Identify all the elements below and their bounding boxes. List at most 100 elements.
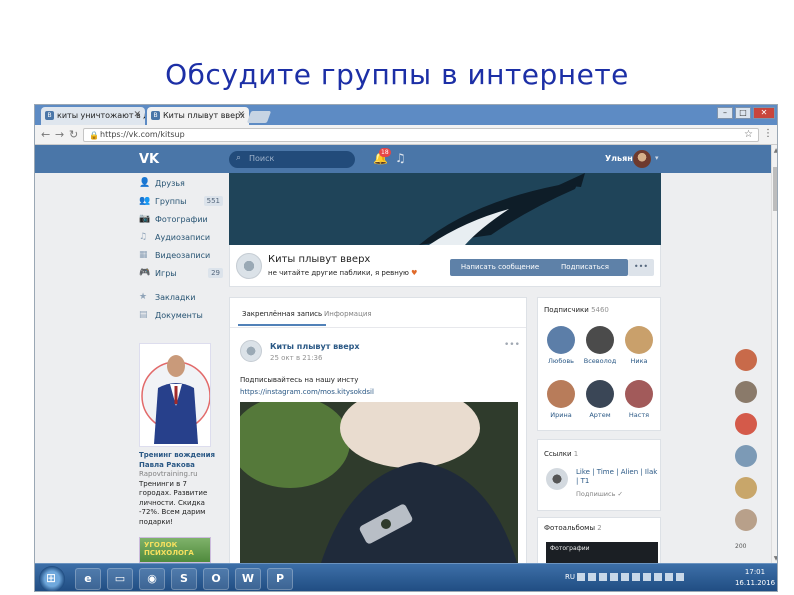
friend-avatar[interactable] <box>735 509 757 531</box>
post-menu-icon[interactable]: ••• <box>504 340 520 350</box>
tray-app-icon[interactable] <box>621 573 630 581</box>
friend-avatar[interactable] <box>735 413 757 435</box>
tray-app-icon[interactable] <box>643 573 652 581</box>
sidebar-item-audio[interactable]: ♫ Аудиозаписи <box>139 229 223 247</box>
chevron-down-icon[interactable]: ▾ <box>655 154 659 162</box>
ie-icon[interactable]: e <box>75 568 101 590</box>
sidebar-item-label: Закладки <box>155 293 196 302</box>
system-tray: RU <box>565 573 687 581</box>
minimize-icon[interactable]: – <box>717 107 733 119</box>
slide-title: Обсудите группы в интернете <box>165 58 629 91</box>
sidebar-item-friends[interactable]: 👤 Друзья <box>139 175 223 193</box>
language-indicator[interactable]: RU <box>565 573 575 581</box>
tray-app-icon[interactable] <box>577 573 586 581</box>
albums-title[interactable]: Фотоальбомы 2 <box>544 524 602 532</box>
close-tab-icon[interactable]: ✕ <box>133 110 141 120</box>
tray-app-icon[interactable] <box>676 573 685 581</box>
browser-tab-1[interactable]: B киты уничтожают в дуэте ✕ <box>41 107 145 125</box>
post-author[interactable]: Киты плывут вверх <box>270 342 360 351</box>
subscribers-title[interactable]: Подписчики 5460 <box>544 306 609 314</box>
link-avatar[interactable] <box>546 468 568 490</box>
sidebar-item-video[interactable]: ▦ Видеозаписи <box>139 247 223 265</box>
ad-title[interactable]: Тренинг вождения Павла Ракова <box>139 451 219 470</box>
scroll-down-icon[interactable]: ▼ <box>772 555 777 562</box>
folder-icon[interactable]: ▭ <box>107 568 133 590</box>
group-avatar[interactable] <box>236 253 262 279</box>
scrollbar-thumb[interactable] <box>773 167 777 211</box>
tray-app-icon[interactable] <box>599 573 608 581</box>
lock-icon: 🔒 <box>89 131 99 140</box>
forward-icon[interactable]: → <box>55 128 64 141</box>
tray-app-icon[interactable] <box>654 573 663 581</box>
sidebar-item-groups[interactable]: 👥 Группы 551 <box>139 193 223 211</box>
link-name[interactable]: Like | Time | Alien | Ilak | Т1 <box>576 468 658 486</box>
sidebar-item-photos[interactable]: 📷 Фотографии <box>139 211 223 229</box>
bookmarks-icon: ★ <box>139 292 148 302</box>
close-tab-icon[interactable]: ✕ <box>237 110 245 120</box>
close-window-icon[interactable]: ✕ <box>753 107 775 119</box>
post-date[interactable]: 25 окт в 21:36 <box>270 354 322 362</box>
subscriber-item[interactable]: Ирина <box>544 380 578 419</box>
tray-app-icon[interactable] <box>610 573 619 581</box>
url-input[interactable]: 🔒 https://vk.com/kitsup ☆ <box>83 128 759 142</box>
friend-avatar[interactable] <box>735 349 757 371</box>
user-avatar[interactable] <box>633 150 651 168</box>
new-tab-button[interactable] <box>246 111 272 123</box>
post-link[interactable]: https://instagram.com/mos.kitysokdsil <box>240 388 374 396</box>
search-input[interactable]: ⌕ Поиск <box>229 151 355 168</box>
sidebar-item-documents[interactable]: ▤ Документы <box>139 307 223 325</box>
back-icon[interactable]: ← <box>41 128 50 141</box>
write-message-button[interactable]: Написать сообщение <box>450 259 550 276</box>
browser-menu-icon[interactable]: ⋮ <box>763 128 773 139</box>
browser-tab-2[interactable]: B Киты плывут вверх ✕ <box>147 107 249 125</box>
maximize-icon[interactable]: □ <box>735 107 751 119</box>
friend-avatar[interactable] <box>735 445 757 467</box>
music-icon[interactable]: ♫ <box>395 151 406 165</box>
tab-information[interactable]: Информация <box>324 310 372 318</box>
sidebar-item-bookmarks[interactable]: ★ Закладки <box>139 289 223 307</box>
ad-banner[interactable]: УГОЛОК ПСИХОЛОГА <box>139 537 211 563</box>
scroll-up-icon[interactable]: ▲ <box>772 147 777 154</box>
subscriber-avatar <box>586 380 614 408</box>
group-name: Киты плывут вверх <box>268 254 371 265</box>
albums-block: Фотоальбомы 2 Фотографии <box>537 517 661 567</box>
subscriber-avatar <box>547 326 575 354</box>
tab-pinned-post[interactable]: Закреплённая запись <box>237 310 327 326</box>
opera-icon[interactable]: O <box>203 568 229 590</box>
sidebar-item-games[interactable]: 🎮 Игры 29 <box>139 265 223 283</box>
friend-avatar[interactable] <box>735 477 757 499</box>
ad-image[interactable] <box>139 343 211 447</box>
friend-avatar[interactable] <box>735 381 757 403</box>
feed-tabs: Закреплённая запись Информация <box>230 298 526 328</box>
subscriber-item[interactable]: Всеволод <box>583 326 617 365</box>
reload-icon[interactable]: ↻ <box>69 128 78 141</box>
skype-icon[interactable]: S <box>171 568 197 590</box>
photos-icon: 📷 <box>139 214 151 224</box>
subscriber-item[interactable]: Артем <box>583 380 617 419</box>
vk-logo[interactable]: VK <box>139 152 159 167</box>
ad-text[interactable]: Тренинг вождения Павла Ракова Rapovtrain… <box>139 451 219 527</box>
page-scrollbar[interactable]: ▲ ▼ <box>771 145 777 565</box>
tray-app-icon[interactable] <box>588 573 597 581</box>
subscriber-item[interactable]: Любовь <box>544 326 578 365</box>
browser-tab-2-label: Киты плывут вверх <box>163 111 245 120</box>
post-author-avatar[interactable] <box>240 340 262 362</box>
subscribe-button[interactable]: Подписаться <box>542 259 628 276</box>
chrome-icon[interactable]: ◉ <box>139 568 165 590</box>
links-title[interactable]: Ссылки 1 <box>544 450 578 458</box>
word-icon[interactable]: W <box>235 568 261 590</box>
powerpoint-icon[interactable]: P <box>267 568 293 590</box>
group-status-text: не читайте другие паблики, я ревную <box>268 269 409 277</box>
tray-app-icon[interactable] <box>632 573 641 581</box>
links-label: Ссылки <box>544 450 572 458</box>
bookmark-star-icon[interactable]: ☆ <box>744 129 753 140</box>
subscriber-item[interactable]: Ника <box>622 326 656 365</box>
start-button[interactable]: ⊞ <box>39 566 65 591</box>
subscriber-item[interactable]: Настя <box>622 380 656 419</box>
tray-app-icon[interactable] <box>665 573 674 581</box>
taskbar-clock[interactable]: 17:01 16.11.2016 <box>733 567 777 589</box>
post-image[interactable] <box>240 402 518 564</box>
more-actions-button[interactable]: ••• <box>628 259 654 276</box>
sidebar-item-count: 551 <box>203 196 223 206</box>
notifications-bell-icon[interactable]: 🔔 18 <box>373 148 391 165</box>
